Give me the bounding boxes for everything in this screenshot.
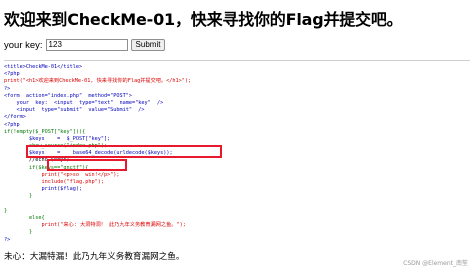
source-line: } [4, 207, 8, 214]
source-line: print("<h1>欢迎来到CheckMe-01, 快来寻找你的Flag并提交… [4, 78, 192, 85]
output-message: 未心：大漏特漏！此乃九年义务教育漏网之鱼。 [4, 252, 185, 262]
watermark: CSDN @Element_南笙 [403, 260, 468, 267]
source-line: } [4, 229, 33, 236]
page-title: 欢迎来到CheckMe-01，快来寻找你的Flag并提交吧。 [4, 10, 403, 29]
source-line: ?> [4, 85, 11, 92]
source-line: include("flag.php"); [4, 179, 104, 185]
source-line: ?> [4, 236, 11, 243]
source-line [4, 201, 472, 208]
key-form: your key: Submit [4, 38, 166, 52]
submit-button[interactable]: Submit [130, 39, 166, 51]
source-line: <?php [4, 121, 20, 128]
source-line: if(!empty($_POST["key"])){ [4, 128, 86, 135]
source-line: <title>CheckMe-01</title> [4, 64, 83, 70]
source-line: <input type="submit" value="Submit" /> [4, 107, 145, 114]
key-input[interactable] [45, 39, 128, 51]
key-label: your key: [4, 39, 43, 51]
source-line: print($flag); [4, 186, 83, 193]
source-line: <form action="index.php" method="POST"> [4, 92, 133, 99]
source-line: </form> [4, 114, 26, 121]
divider [4, 60, 470, 61]
source-line: print("<p>so win!</p>"); [4, 171, 120, 178]
source-line: } [4, 193, 33, 200]
highlight-box-compare [47, 159, 127, 171]
source-line: print("来心: 大洞特洞！ 此乃九年义务教育漏网之鱼。"); [4, 222, 186, 229]
highlight-box-decode [26, 145, 222, 158]
source-line: your key: <input type="text" name="key" … [4, 99, 164, 106]
source-line: $keys = $_POST["key"]; [4, 135, 111, 142]
